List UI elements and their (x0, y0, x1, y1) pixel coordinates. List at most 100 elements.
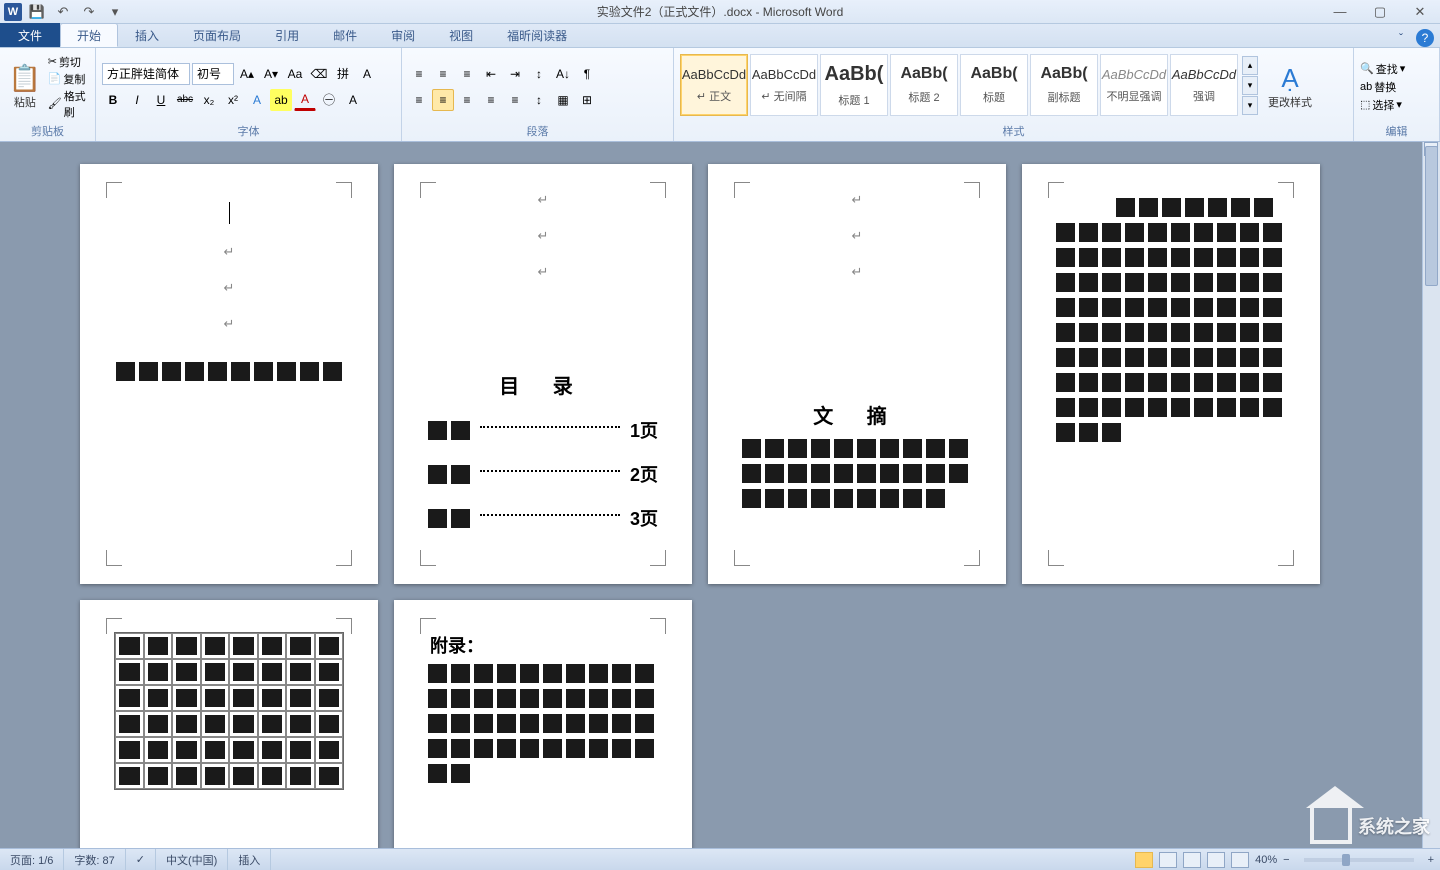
char-border[interactable]: A (356, 63, 378, 85)
underline-button[interactable]: U (150, 89, 172, 111)
tab-view[interactable]: 视图 (432, 23, 490, 47)
status-insert[interactable]: 插入 (228, 849, 271, 870)
status-language[interactable]: 中文(中国) (156, 849, 228, 870)
superscript-button[interactable]: x² (222, 89, 244, 111)
tab-foxit[interactable]: 福昕阅读器 (490, 23, 584, 47)
copy-button[interactable]: 📄 复制 (48, 71, 89, 87)
italic-button[interactable]: I (126, 89, 148, 111)
borders-button[interactable]: ⊞ (576, 89, 598, 111)
select-button[interactable]: ⬚ 选择 ▾ (1360, 97, 1405, 113)
status-proof[interactable]: ✓ (126, 849, 156, 870)
multilevel-button[interactable]: ≡ (456, 63, 478, 85)
subscript-button[interactable]: x₂ (198, 89, 220, 111)
page-3[interactable]: ↵↵↵ 文 摘 (708, 164, 1006, 584)
char-shading[interactable]: A (342, 89, 364, 111)
font-color[interactable]: A (294, 89, 316, 111)
help-button[interactable]: ? (1416, 29, 1434, 47)
cut-button[interactable]: ✂ 剪切 (48, 54, 89, 70)
font-name-combo[interactable]: 方正胖娃简体 (102, 63, 190, 85)
style-subtle-emphasis[interactable]: AaBbCcDd不明显强调 (1100, 54, 1168, 116)
status-words[interactable]: 字数: 87 (64, 849, 125, 870)
align-justify[interactable]: ≡ (480, 89, 502, 111)
enclose-chars[interactable]: ㊀ (318, 89, 340, 111)
style-title[interactable]: AaBb(标题 (960, 54, 1028, 116)
status-page[interactable]: 页面: 1/6 (0, 849, 64, 870)
paste-label: 粘贴 (14, 94, 36, 110)
tab-review[interactable]: 审阅 (374, 23, 432, 47)
zoom-in[interactable]: + (1428, 854, 1434, 866)
align-left[interactable]: ≡ (408, 89, 430, 111)
scroll-thumb[interactable] (1425, 146, 1438, 286)
numbering-button[interactable]: ≡ (432, 63, 454, 85)
font-size-combo[interactable]: 初号 (192, 63, 234, 85)
style-subtitle[interactable]: AaBb(副标题 (1030, 54, 1098, 116)
tab-layout[interactable]: 页面布局 (176, 23, 258, 47)
vertical-scrollbar[interactable] (1422, 142, 1440, 848)
style-normal[interactable]: AaBbCcDd↵ 正文 (680, 54, 748, 116)
shrink-font[interactable]: A▾ (260, 63, 282, 85)
view-web[interactable] (1183, 852, 1201, 868)
shading-button[interactable]: ▦ (552, 89, 574, 111)
page-2[interactable]: ↵↵↵ 目 录 1页 2页 3页 (394, 164, 692, 584)
view-draft[interactable] (1231, 852, 1249, 868)
clear-format[interactable]: ⌫ (308, 63, 330, 85)
tab-home[interactable]: 开始 (60, 23, 118, 47)
increase-indent[interactable]: ⇥ (504, 63, 526, 85)
styles-gallery[interactable]: AaBbCcDd↵ 正文 AaBbCcDd↵ 无间隔 AaBb(标题 1 AaB… (680, 50, 1258, 120)
align-distributed[interactable]: ≡ (504, 89, 526, 111)
page-6[interactable]: 附录： (394, 600, 692, 848)
minimize-button[interactable]: — (1320, 0, 1360, 24)
qat-undo[interactable]: ↶ (52, 2, 74, 22)
style-heading2[interactable]: AaBb(标题 2 (890, 54, 958, 116)
page-5[interactable]: document.write(Array(48).fill('<div styl… (80, 600, 378, 848)
title-bar: W 💾 ↶ ↷ ▾ 实验文件2（正式文件）.docx - Microsoft W… (0, 0, 1440, 24)
page-1[interactable]: ↵↵↵ (80, 164, 378, 584)
style-scroll[interactable]: ▴▾▾ (1242, 56, 1258, 115)
line-spacing[interactable]: ↕ (528, 89, 550, 111)
show-marks[interactable]: ¶ (576, 63, 598, 85)
style-emphasis[interactable]: AaBbCcDd强调 (1170, 54, 1238, 116)
view-fullscreen[interactable] (1159, 852, 1177, 868)
sort-button[interactable]: A↓ (552, 63, 574, 85)
replace-button[interactable]: ab 替换 (1360, 79, 1405, 95)
zoom-slider[interactable] (1304, 858, 1414, 862)
grow-font[interactable]: A▴ (236, 63, 258, 85)
maximize-button[interactable]: ▢ (1360, 0, 1400, 24)
view-outline[interactable] (1207, 852, 1225, 868)
font-group-label: 字体 (96, 123, 401, 139)
watermark: 系统之家 (1310, 808, 1430, 844)
paste-button[interactable]: 📋 粘贴 (6, 50, 44, 123)
text-effects[interactable]: A (246, 89, 268, 111)
find-button[interactable]: 🔍 查找 ▾ (1360, 61, 1405, 77)
toc-title: 目 录 (428, 370, 658, 399)
change-styles-button[interactable]: Ạ 更改样式 (1262, 50, 1318, 123)
file-tab[interactable]: 文件 (0, 23, 60, 47)
highlight-button[interactable]: ab (270, 89, 292, 111)
decrease-indent[interactable]: ⇤ (480, 63, 502, 85)
change-styles-icon: Ạ (1281, 63, 1298, 94)
close-button[interactable]: ✕ (1400, 0, 1440, 24)
view-print-layout[interactable] (1135, 852, 1153, 868)
align-right[interactable]: ≡ (456, 89, 478, 111)
change-case[interactable]: Aa (284, 63, 306, 85)
tab-references[interactable]: 引用 (258, 23, 316, 47)
qat-redo[interactable]: ↷ (78, 2, 100, 22)
style-nospacing[interactable]: AaBbCcDd↵ 无间隔 (750, 54, 818, 116)
zoom-level[interactable]: 40% (1255, 854, 1277, 866)
style-heading1[interactable]: AaBb(标题 1 (820, 54, 888, 116)
painter-button[interactable]: 🖌 格式刷 (48, 88, 89, 120)
document-area[interactable]: ↵↵↵ ↵↵↵ 目 录 1页 2页 3页 ↵↵↵ 文 摘 (0, 142, 1440, 848)
phonetic-guide[interactable]: 拼 (332, 63, 354, 85)
tab-mailings[interactable]: 邮件 (316, 23, 374, 47)
tab-insert[interactable]: 插入 (118, 23, 176, 47)
bullets-button[interactable]: ≡ (408, 63, 430, 85)
strike-button[interactable]: abc (174, 89, 196, 111)
page-4[interactable] (1022, 164, 1320, 584)
bold-button[interactable]: B (102, 89, 124, 111)
ribbon-minimize[interactable]: ˇ (1392, 29, 1410, 47)
align-center[interactable]: ≡ (432, 89, 454, 111)
zoom-out[interactable]: − (1283, 854, 1289, 866)
qat-save[interactable]: 💾 (26, 2, 48, 22)
qat-more[interactable]: ▾ (104, 2, 126, 22)
asian-layout[interactable]: ↕ (528, 63, 550, 85)
